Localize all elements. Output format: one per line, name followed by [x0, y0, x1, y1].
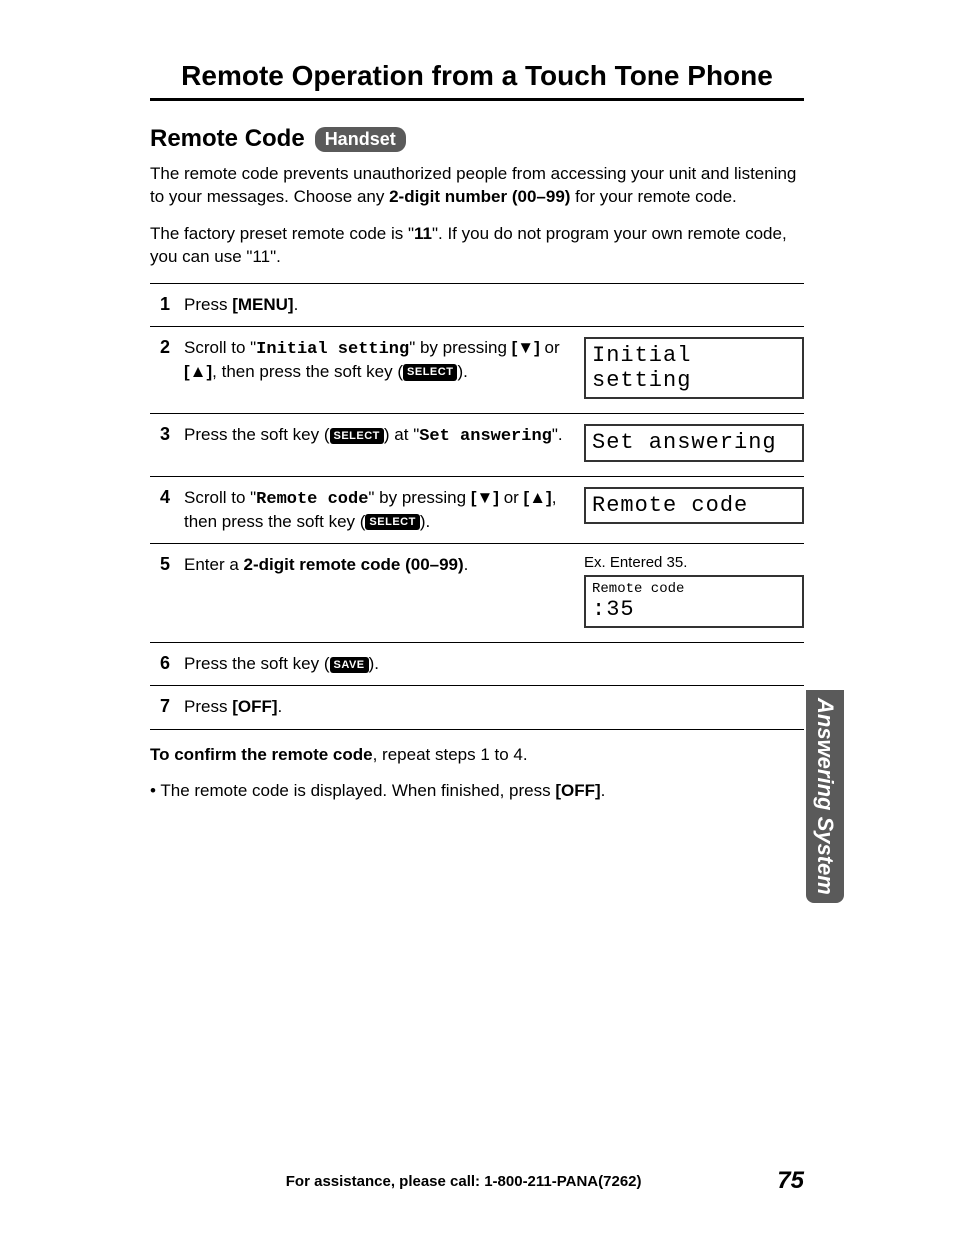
intro-text: The factory preset remote code is " [150, 224, 414, 243]
step-number: 7 [160, 696, 184, 718]
step-2: 2 Scroll to "Initial setting" by pressin… [150, 327, 804, 415]
lcd-column: Initial setting [584, 337, 804, 404]
step-number: 2 [160, 337, 184, 404]
select-softkey: SELECT [365, 514, 419, 530]
page-title: Remote Operation from a Touch Tone Phone [150, 60, 804, 101]
step-number: 5 [160, 554, 184, 632]
step-7: 7 Press [OFF]. [150, 686, 804, 729]
step-1: 1 Press [MENU]. [150, 284, 804, 327]
step-text: Press the soft key (SELECT) at "Set answ… [184, 424, 584, 465]
page-number: 75 [777, 1167, 804, 1195]
select-softkey: SELECT [403, 364, 457, 380]
step-number: 1 [160, 294, 184, 316]
intro-text: for your remote code. [570, 187, 736, 206]
manual-page: Remote Operation from a Touch Tone Phone… [0, 0, 954, 1235]
step-text: Scroll to "Remote code" by pressing [▼] … [184, 487, 584, 533]
step-text: Press the soft key (SAVE). [184, 653, 804, 675]
bullet-note: • The remote code is displayed. When fin… [150, 780, 804, 803]
intro-bold: 2-digit number (00–99) [389, 187, 570, 206]
section-title: Remote Code [150, 125, 305, 153]
intro-paragraph-2: The factory preset remote code is "11". … [150, 223, 804, 269]
confirm-note: To confirm the remote code, repeat steps… [150, 744, 804, 767]
step-number: 6 [160, 653, 184, 675]
step-text: Press [OFF]. [184, 696, 804, 718]
intro-paragraph-1: The remote code prevents unauthorized pe… [150, 163, 804, 209]
lcd-display: Remote code [584, 487, 804, 524]
lcd-column: Set answering [584, 424, 804, 465]
assistance-line: For assistance, please call: 1-800-211-P… [150, 1173, 777, 1190]
handset-badge: Handset [315, 127, 406, 152]
section-header: Remote Code Handset [150, 125, 804, 153]
step-6: 6 Press the soft key (SAVE). [150, 643, 804, 686]
select-softkey: SELECT [330, 428, 384, 444]
page-footer: For assistance, please call: 1-800-211-P… [150, 1167, 804, 1195]
lcd-display: Set answering [584, 424, 804, 461]
step-number: 4 [160, 487, 184, 533]
step-5: 5 Enter a 2-digit remote code (00–99). E… [150, 544, 804, 643]
step-text: Press [MENU]. [184, 294, 804, 316]
steps-list: 1 Press [MENU]. 2 Scroll to "Initial set… [150, 283, 804, 730]
step-4: 4 Scroll to "Remote code" by pressing [▼… [150, 477, 804, 544]
step-3: 3 Press the soft key (SELECT) at "Set an… [150, 414, 804, 476]
step-number: 3 [160, 424, 184, 465]
lcd-column: Remote code [584, 487, 804, 533]
lcd-column: Ex. Entered 35. Remote code :35 [584, 554, 804, 632]
step-text: Enter a 2-digit remote code (00–99). [184, 554, 584, 632]
section-tab: Answering System [806, 690, 844, 903]
step-text: Scroll to "Initial setting" by pressing … [184, 337, 584, 404]
intro-bold: 11 [414, 224, 432, 243]
example-label: Ex. Entered 35. [584, 554, 804, 571]
save-softkey: SAVE [330, 657, 369, 673]
lcd-display: Initial setting [584, 337, 804, 400]
lcd-display: Remote code :35 [584, 575, 804, 628]
